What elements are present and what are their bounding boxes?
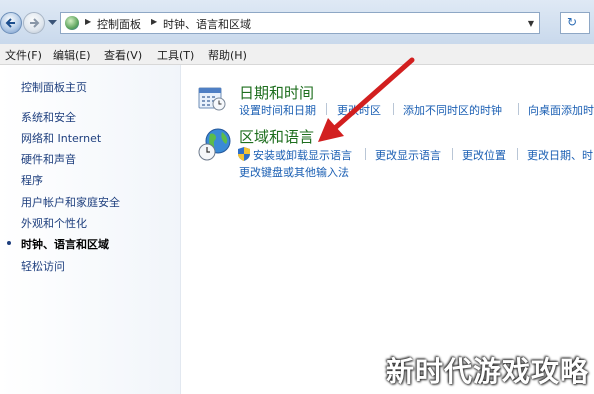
watermark-text: 新时代游戏攻略 <box>386 355 590 388</box>
annotation-arrow <box>318 57 415 142</box>
